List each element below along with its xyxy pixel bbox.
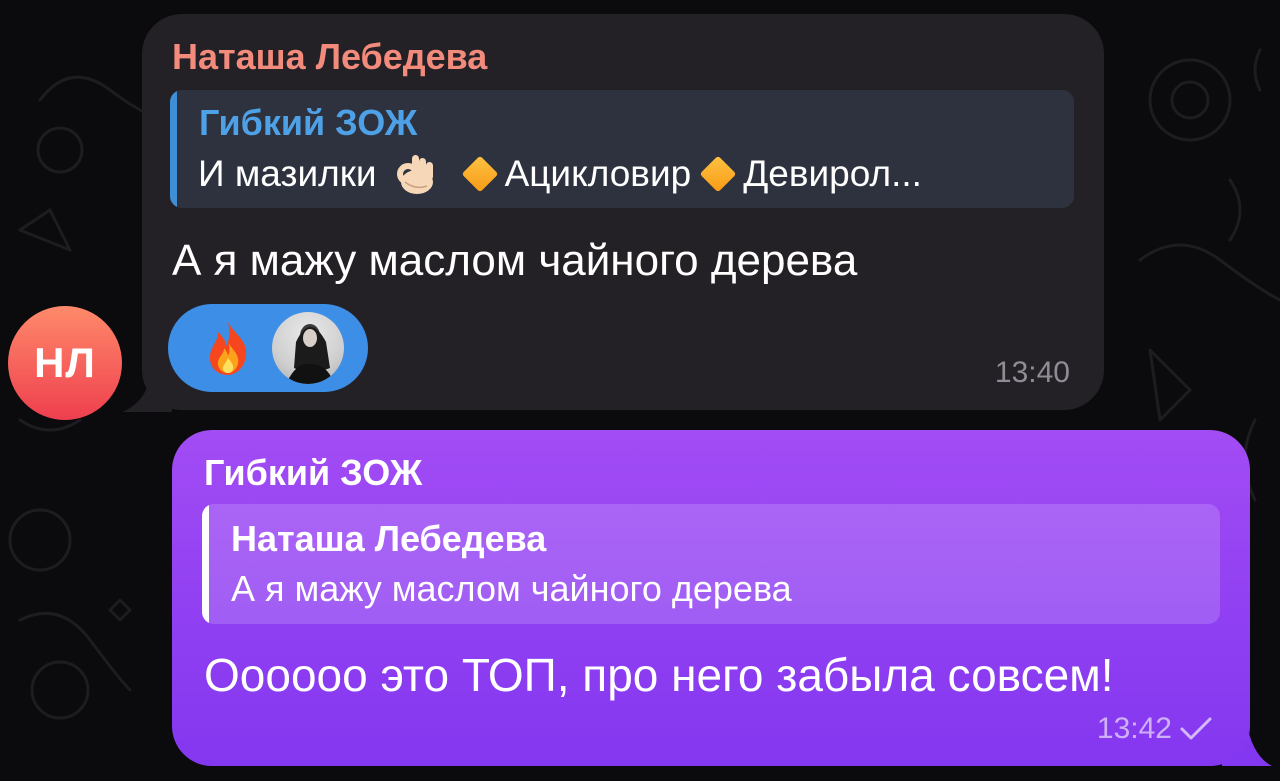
- incoming-message-bubble[interactable]: Наташа Лебедева Гибкий ЗОЖ И мазилки Аци…: [142, 14, 1104, 410]
- outgoing-message-bubble[interactable]: Гибкий ЗОЖ Наташа Лебедева А я мажу масл…: [172, 430, 1250, 766]
- reply-quote[interactable]: Наташа Лебедева А я мажу маслом чайного …: [202, 504, 1220, 624]
- reply-title: Наташа Лебедева: [231, 518, 547, 559]
- message-text: Оооооо это ТОП, про него забыла совсем!: [204, 649, 1114, 701]
- reply-accent-bar: [202, 504, 209, 624]
- message-time: 13:42: [1096, 712, 1172, 745]
- reply-item-2: Девирол...: [743, 153, 922, 194]
- message-time: 13:40: [994, 356, 1070, 389]
- sender-avatar[interactable]: НЛ: [8, 306, 122, 420]
- fire-emoji-icon: [209, 322, 247, 375]
- orange-diamond-icon: [461, 155, 498, 193]
- reactor-photo-icon: [286, 324, 334, 384]
- reply-accent-bar: [170, 90, 177, 208]
- reply-title: Гибкий ЗОЖ: [199, 102, 418, 143]
- sent-check-icon: [1180, 717, 1212, 740]
- message-text: А я мажу маслом чайного дерева: [172, 236, 858, 285]
- reaction-pill[interactable]: [168, 304, 368, 392]
- message-meta: 13:42: [1097, 712, 1214, 746]
- reply-text-start: И мазилки: [198, 153, 377, 194]
- reply-quote[interactable]: Гибкий ЗОЖ И мазилки Ацикловир Девирол..…: [170, 90, 1074, 208]
- reply-text: А я мажу маслом чайного дерева: [231, 568, 792, 609]
- sender-name[interactable]: Наташа Лебедева: [172, 36, 487, 78]
- sender-name[interactable]: Гибкий ЗОЖ: [204, 452, 422, 494]
- ok-hand-emoji-icon: [396, 155, 433, 194]
- reply-item-1: Ацикловир: [504, 153, 692, 194]
- avatar-initials: НЛ: [34, 339, 96, 386]
- orange-diamond-icon: [699, 155, 737, 193]
- reactor-avatar: [272, 312, 344, 384]
- reply-text: И мазилки Ацикловир Девирол...: [198, 152, 922, 196]
